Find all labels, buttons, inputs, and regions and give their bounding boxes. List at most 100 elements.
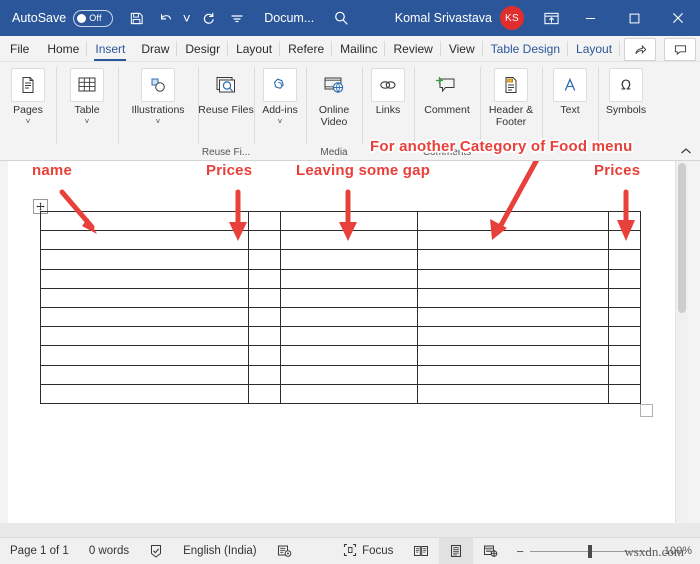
- comments-icon[interactable]: [664, 38, 697, 61]
- word-count[interactable]: 0 words: [79, 538, 139, 564]
- collapse-ribbon-chevron-icon[interactable]: [678, 144, 694, 158]
- focus-mode-button[interactable]: Focus: [333, 538, 403, 564]
- pages-button[interactable]: Pages ˅: [0, 68, 56, 126]
- vertical-scrollbar[interactable]: [675, 161, 688, 523]
- table-cell[interactable]: [248, 326, 281, 347]
- table-cell[interactable]: [280, 210, 418, 232]
- table-caret-icon[interactable]: ˅: [85, 117, 90, 126]
- table-cell[interactable]: [280, 287, 418, 308]
- page-indicator[interactable]: Page 1 of 1: [0, 538, 79, 564]
- table-cell[interactable]: [248, 364, 281, 385]
- avatar[interactable]: KS: [500, 6, 524, 30]
- table-cell[interactable]: [417, 287, 609, 308]
- tab-view[interactable]: View: [441, 36, 483, 61]
- table-cell[interactable]: [608, 249, 641, 270]
- table-cell[interactable]: [417, 383, 609, 404]
- search-icon[interactable]: [328, 5, 354, 31]
- table-cell[interactable]: [40, 306, 249, 328]
- print-layout-icon[interactable]: [439, 538, 474, 564]
- share-icon[interactable]: [624, 38, 657, 61]
- table-cell[interactable]: [40, 326, 249, 347]
- table-cell[interactable]: [280, 326, 418, 347]
- add-ins-button[interactable]: Add-ins ˅: [254, 68, 306, 126]
- table-cell[interactable]: [417, 268, 609, 289]
- table-row[interactable]: [40, 383, 641, 404]
- links-button[interactable]: Links: [362, 68, 414, 117]
- table-cell[interactable]: [40, 249, 249, 270]
- tab-review[interactable]: Review: [385, 36, 442, 61]
- table-row[interactable]: [40, 287, 641, 308]
- table-cell[interactable]: [280, 364, 418, 385]
- table-cell[interactable]: [608, 326, 641, 347]
- document-page[interactable]: [8, 161, 688, 523]
- table-cell[interactable]: [608, 383, 641, 404]
- table-cell[interactable]: [40, 364, 249, 385]
- table-button[interactable]: Table ˅: [56, 68, 118, 126]
- undo-icon[interactable]: [152, 5, 179, 31]
- proofing-errors-icon[interactable]: [139, 538, 173, 564]
- table-cell[interactable]: [248, 345, 281, 366]
- add-ins-caret-icon[interactable]: ˅: [278, 117, 283, 126]
- table-cell[interactable]: [40, 230, 249, 251]
- table-cell[interactable]: [248, 306, 281, 328]
- table-cell[interactable]: [280, 306, 418, 328]
- autosave-control[interactable]: AutoSave Off: [12, 9, 114, 27]
- tab-insert[interactable]: Insert: [87, 36, 133, 61]
- table-cell[interactable]: [608, 287, 641, 308]
- table-row[interactable]: [40, 249, 641, 270]
- tab-home[interactable]: Home: [39, 36, 88, 61]
- minimize-button[interactable]: [568, 0, 612, 36]
- comment-button[interactable]: Comment: [414, 68, 480, 117]
- table-row[interactable]: [40, 230, 641, 251]
- table-resize-handle-icon[interactable]: [640, 404, 653, 417]
- table-cell[interactable]: [417, 210, 609, 232]
- table-cell[interactable]: [608, 345, 641, 366]
- table-cell[interactable]: [417, 326, 609, 347]
- scrollbar-thumb[interactable]: [678, 163, 686, 313]
- document-title[interactable]: Docum...: [264, 11, 314, 25]
- table-cell[interactable]: [40, 268, 249, 289]
- save-icon[interactable]: [123, 5, 150, 31]
- reuse-files-button[interactable]: Reuse Files: [198, 68, 254, 117]
- zoom-out-button[interactable]: −: [516, 544, 524, 559]
- table-cell[interactable]: [280, 249, 418, 270]
- ribbon-display-options-icon[interactable]: [534, 3, 568, 33]
- close-button[interactable]: [656, 0, 700, 36]
- table-cell[interactable]: [280, 230, 418, 251]
- illustrations-caret-icon[interactable]: ˅: [156, 117, 161, 126]
- text-button[interactable]: Text: [542, 68, 598, 117]
- table-row[interactable]: [40, 210, 641, 232]
- tab-references[interactable]: Refere: [280, 36, 333, 61]
- table-cell[interactable]: [608, 268, 641, 289]
- table-cell[interactable]: [280, 268, 418, 289]
- online-video-button[interactable]: Online Video: [306, 68, 362, 128]
- table-cell[interactable]: [417, 364, 609, 385]
- redo-icon[interactable]: [194, 5, 221, 31]
- table-cell[interactable]: [248, 230, 281, 251]
- illustrations-button[interactable]: Illustrations ˅: [118, 68, 198, 126]
- table-cell[interactable]: [608, 306, 641, 328]
- zoom-knob[interactable]: [588, 544, 592, 558]
- language-indicator[interactable]: English (India): [173, 538, 267, 564]
- table-cell[interactable]: [248, 287, 281, 308]
- customize-quick-access-icon[interactable]: [223, 5, 250, 31]
- tab-table-design[interactable]: Table Design: [483, 36, 569, 61]
- accessibility-checker-icon[interactable]: [267, 538, 302, 564]
- table-row[interactable]: [40, 345, 641, 366]
- table-cell[interactable]: [608, 230, 641, 251]
- tab-file[interactable]: File: [0, 36, 39, 61]
- table-cell[interactable]: [417, 249, 609, 270]
- table-cell[interactable]: [40, 287, 249, 308]
- table-row[interactable]: [40, 326, 641, 347]
- table-cell[interactable]: [40, 345, 249, 366]
- tab-mailings[interactable]: Mailinc: [332, 36, 386, 61]
- undo-dropdown-caret-icon[interactable]: ˅: [181, 5, 192, 31]
- table-row[interactable]: [40, 306, 641, 328]
- table-cell[interactable]: [40, 383, 249, 404]
- table-cell[interactable]: [417, 230, 609, 251]
- tab-draw[interactable]: Draw: [133, 36, 178, 61]
- tab-table-layout[interactable]: Layout: [568, 36, 621, 61]
- table-row[interactable]: [40, 268, 641, 289]
- tab-layout[interactable]: Layout: [228, 36, 281, 61]
- table-cell[interactable]: [248, 210, 281, 232]
